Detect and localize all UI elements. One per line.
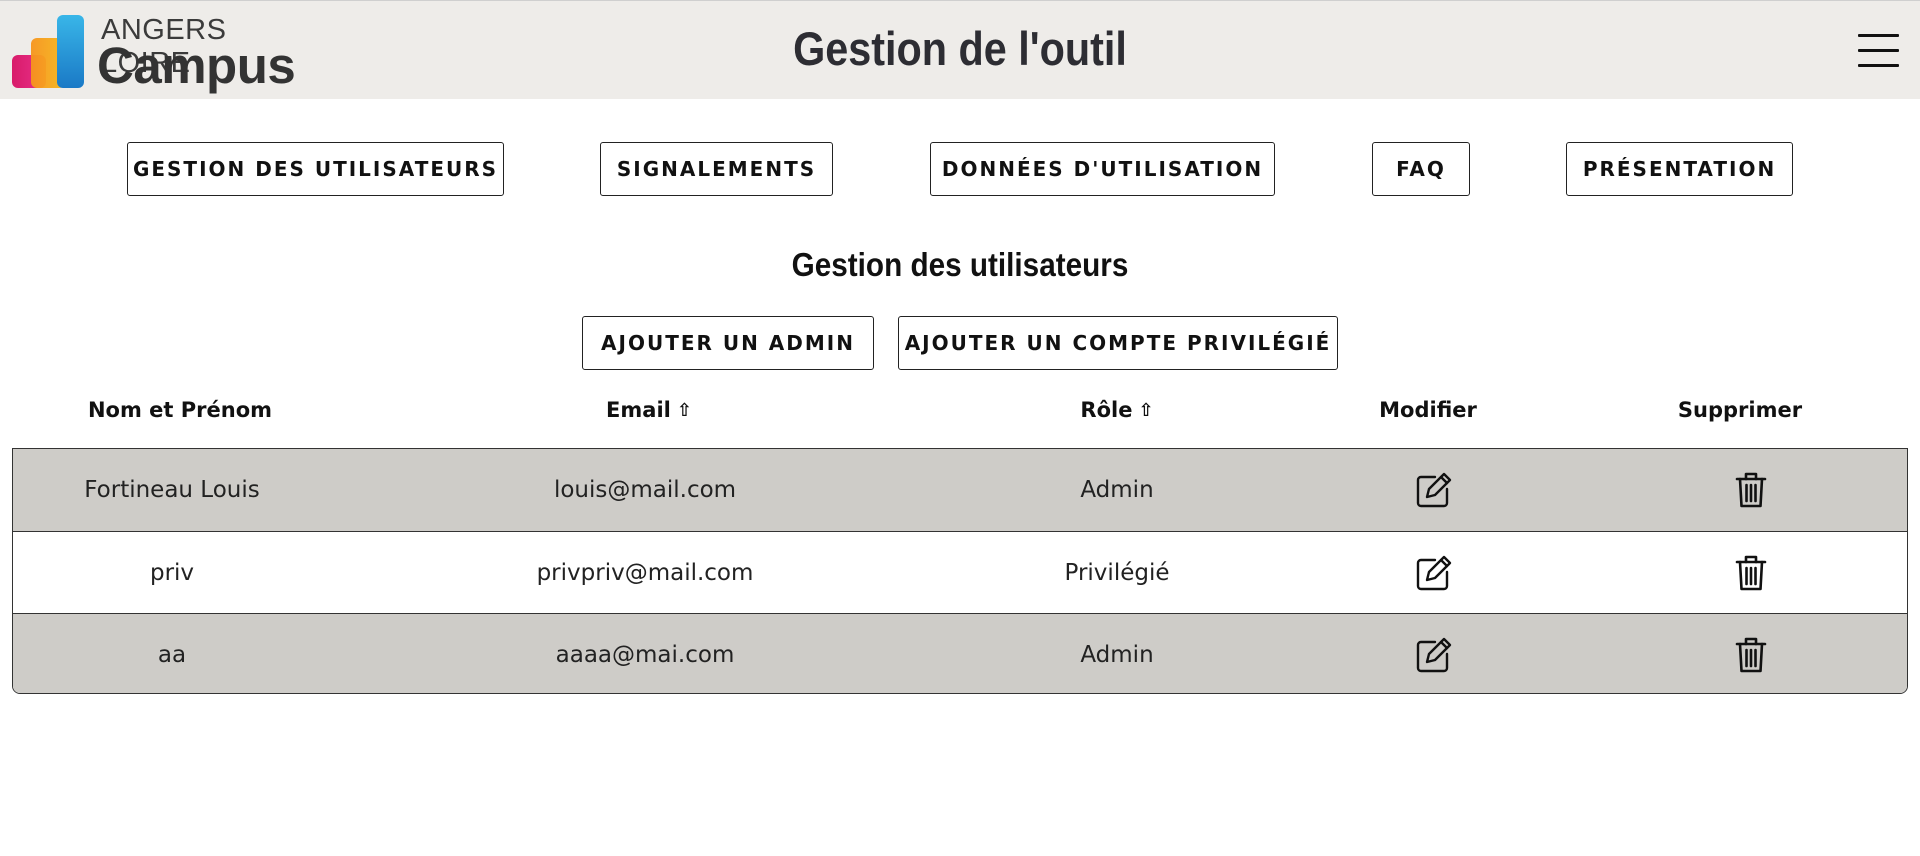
header-edit: Modifier: [1379, 398, 1477, 422]
header-role-sort[interactable]: Rôle ⇧: [1080, 398, 1153, 422]
table-row: Fortineau Louis louis@mail.com Admin: [13, 449, 1907, 531]
table-header: Nom et Prénom Email ⇧ Rôle ⇧ Modifier Su…: [12, 398, 1907, 428]
top-bar: ANGERS LOIRE Campus Gestion de l'outil: [0, 0, 1920, 99]
cell-name: Fortineau Louis: [84, 477, 260, 503]
header-role-label: Rôle: [1080, 398, 1133, 422]
edit-icon[interactable]: [1414, 553, 1454, 593]
header-name-label: Nom et Prénom: [87, 398, 273, 422]
header-email-label: Email: [606, 398, 671, 422]
cell-email: privpriv@mail.com: [536, 559, 754, 586]
edit-icon[interactable]: [1414, 470, 1454, 510]
cell-email: louis@mail.com: [553, 477, 737, 503]
trash-icon[interactable]: [1731, 470, 1771, 510]
cell-name: priv: [149, 559, 195, 586]
header-delete-label: Supprimer: [1677, 398, 1803, 422]
trash-icon[interactable]: [1731, 635, 1771, 675]
cell-role: Admin: [1080, 477, 1154, 503]
header-name: Nom et Prénom: [88, 398, 272, 422]
table-row: aa aaaa@mai.com Admin: [13, 613, 1907, 693]
users-table: Fortineau Louis louis@mail.com Admin pri…: [12, 448, 1908, 694]
menu-bar: [1858, 64, 1899, 67]
section-title: Gestion des utilisateurs: [791, 246, 1129, 283]
sort-arrow-icon: ⇧: [1138, 399, 1154, 421]
menu-bar: [1858, 34, 1899, 37]
add-privileged-account-button[interactable]: AJOUTER UN COMPTE PRIVILÉGIÉ: [898, 316, 1338, 370]
header-edit-label: Modifier: [1379, 398, 1477, 422]
logo-mark-icon: [12, 15, 84, 88]
cell-name: aa: [157, 641, 187, 668]
page-title: Gestion de l'outil: [793, 22, 1127, 75]
edit-icon[interactable]: [1414, 635, 1454, 675]
hamburger-menu-icon[interactable]: [1858, 34, 1899, 68]
sort-arrow-icon: ⇧: [676, 399, 692, 421]
header-email-sort[interactable]: Email ⇧: [606, 398, 692, 422]
add-admin-button[interactable]: AJOUTER UN ADMIN: [582, 316, 874, 370]
nav-usage-data-button[interactable]: DONNÉES D'UTILISATION: [930, 142, 1275, 196]
header-delete: Supprimer: [1678, 398, 1802, 422]
cell-email: aaaa@mai.com: [555, 641, 735, 668]
nav-user-management-button[interactable]: GESTION DES UTILISATEURS: [127, 142, 504, 196]
nav-presentation-button[interactable]: PRÉSENTATION: [1566, 142, 1793, 196]
table-row: priv privpriv@mail.com Privilégié: [13, 531, 1907, 613]
menu-bar: [1858, 49, 1899, 52]
nav-reports-button[interactable]: SIGNALEMENTS: [600, 142, 833, 196]
trash-icon[interactable]: [1731, 553, 1771, 593]
cell-role: Admin: [1080, 641, 1154, 668]
nav-faq-button[interactable]: FAQ: [1372, 142, 1470, 196]
cell-role: Privilégié: [1064, 559, 1170, 586]
